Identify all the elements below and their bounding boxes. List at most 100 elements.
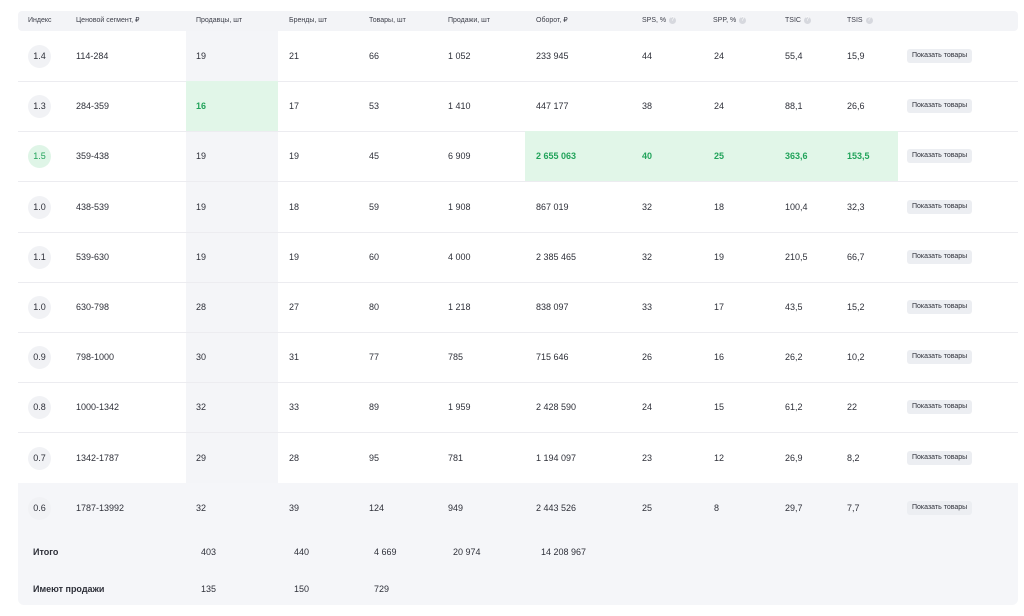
cell-sales: 6 909 xyxy=(448,151,471,162)
cell-tsic: 210,5 xyxy=(785,251,808,262)
totals-revenue: 14 208 967 xyxy=(541,547,587,557)
show-products-button[interactable]: Показать товары xyxy=(907,500,973,515)
cell-tsis: 32,3 xyxy=(847,201,865,212)
cell-tsis: 15,2 xyxy=(847,302,865,312)
totals-block: Итого 403 440 4 669 20 974 14 208 967 Им… xyxy=(18,533,1018,605)
index-badge: 1.0 xyxy=(28,296,51,319)
cell-brands: 33 xyxy=(289,402,300,413)
table-row: 1.5 359-438 19 19 45 6 909 2 655 063 40 25 363,6 1… xyxy=(18,131,1018,183)
cell-tsic: 43,5 xyxy=(785,302,803,312)
cell-sps: 32 xyxy=(642,201,653,212)
cell-tsis: 22 xyxy=(847,402,858,413)
cell-brands: 19 xyxy=(289,251,300,262)
cell-tsis: 153,5 xyxy=(847,151,870,162)
table-row: 1.0 438-539 19 18 59 1 908 867 019 32 18 100,4 32,… xyxy=(18,182,1018,233)
cell-spp: 15 xyxy=(714,402,725,413)
cell-revenue: 867 019 xyxy=(536,201,569,212)
show-products-button[interactable]: Показать товары xyxy=(907,49,973,63)
col-header-tsic[interactable]: TSIC? xyxy=(785,11,811,31)
show-products-button[interactable]: Показать товары xyxy=(907,99,973,114)
cell-tsis: 10,2 xyxy=(847,352,865,363)
cell-sales: 4 000 xyxy=(448,251,471,262)
with-sales-sellers: 135 xyxy=(201,584,217,594)
cell-sellers: 32 xyxy=(196,402,207,413)
show-products-button[interactable]: Показать товары xyxy=(907,450,973,465)
cell-sps: 44 xyxy=(642,51,653,61)
show-products-button[interactable]: Показать товары xyxy=(907,300,973,314)
show-products-button[interactable]: Показать товары xyxy=(907,400,973,415)
cell-tsic: 88,1 xyxy=(785,101,803,112)
cell-sps: 33 xyxy=(642,302,653,312)
cell-products: 66 xyxy=(369,51,380,61)
cell-sps: 32 xyxy=(642,251,653,262)
show-products-button[interactable]: Показать товары xyxy=(907,249,973,264)
cell-sales: 1 410 xyxy=(448,101,471,112)
cell-tsic: 363,6 xyxy=(785,151,808,162)
col-header-tsic-label: TSIC xyxy=(785,17,801,24)
col-header-tsis[interactable]: TSIS? xyxy=(847,11,873,31)
cell-products: 89 xyxy=(369,402,380,413)
cell-products: 59 xyxy=(369,201,380,212)
index-badge: 0.6 xyxy=(28,496,51,520)
cell-sps: 38 xyxy=(642,101,653,112)
cell-revenue: 2 385 465 xyxy=(536,251,577,262)
col-header-revenue[interactable]: Оборот, ₽ xyxy=(536,11,568,31)
col-header-sales[interactable]: Продажи, шт xyxy=(448,11,490,31)
cell-sellers: 19 xyxy=(196,151,207,162)
with-sales-products: 729 xyxy=(374,584,390,594)
col-header-spp[interactable]: SPP, %? xyxy=(713,11,747,31)
show-products-button[interactable]: Показать товары xyxy=(907,350,973,365)
cell-tsis: 26,6 xyxy=(847,101,865,112)
index-badge: 1.0 xyxy=(28,195,51,219)
show-products-button[interactable]: Показать товары xyxy=(907,199,973,214)
cell-brands: 21 xyxy=(289,51,300,61)
table-row: 1.1 539-630 19 19 60 4 000 2 385 465 32 19 210,5 6… xyxy=(18,232,1018,283)
col-header-spp-label: SPP, % xyxy=(713,17,737,24)
totals-sellers: 403 xyxy=(201,547,217,557)
cell-tsic: 26,9 xyxy=(785,452,803,463)
cell-sps: 26 xyxy=(642,352,653,363)
with-sales-brands: 150 xyxy=(294,584,310,594)
col-header-sellers[interactable]: Продавцы, шт xyxy=(196,11,242,31)
cell-sales: 785 xyxy=(448,352,464,363)
cell-sellers: 28 xyxy=(196,302,207,312)
cell-brands: 31 xyxy=(289,352,300,363)
cell-tsis: 7,7 xyxy=(847,502,860,513)
help-icon[interactable]: ? xyxy=(669,16,677,24)
cell-sales: 949 xyxy=(448,502,464,513)
cell-products: 80 xyxy=(369,302,380,312)
col-header-sps[interactable]: SPS, %? xyxy=(642,11,677,31)
cell-revenue: 2 655 063 xyxy=(536,151,577,162)
cell-tsic: 55,4 xyxy=(785,51,803,61)
cell-sales: 1 052 xyxy=(448,51,471,61)
help-icon[interactable]: ? xyxy=(739,16,747,24)
cell-spp: 12 xyxy=(714,452,725,463)
cell-spp: 8 xyxy=(714,502,720,513)
cell-sellers: 30 xyxy=(196,352,207,363)
cell-segment: 539-630 xyxy=(76,251,110,262)
cell-revenue: 447 177 xyxy=(536,101,569,112)
cell-spp: 24 xyxy=(714,101,725,112)
help-icon[interactable]: ? xyxy=(803,16,811,24)
col-header-index[interactable]: Индекс xyxy=(28,11,52,31)
cell-revenue: 715 646 xyxy=(536,352,569,363)
cell-spp: 16 xyxy=(714,352,725,363)
help-icon[interactable]: ? xyxy=(865,16,873,24)
cell-products: 45 xyxy=(369,151,380,162)
table-row: 0.7 1342-1787 29 28 95 781 1 194 097 23 12 26,9 8,… xyxy=(18,433,1018,484)
cell-sellers: 19 xyxy=(196,51,207,61)
col-header-segment[interactable]: Ценовой сегмент, ₽ xyxy=(76,11,140,31)
cell-products: 124 xyxy=(369,502,385,513)
cell-brands: 18 xyxy=(289,201,300,212)
table-row: 1.0 630-798 28 27 80 1 218 838 097 33 17 43,5 15,2… xyxy=(18,282,1018,333)
show-products-button[interactable]: Показать товары xyxy=(907,149,973,164)
index-badge: 1.1 xyxy=(28,245,51,269)
cell-tsic: 61,2 xyxy=(785,402,803,413)
index-badge: 0.9 xyxy=(28,346,51,370)
cell-sellers: 19 xyxy=(196,201,207,212)
table-row: 1.3 284-359 16 17 53 1 410 447 177 38 24 88,1 26,6… xyxy=(18,81,1018,133)
col-header-products[interactable]: Товары, шт xyxy=(369,11,406,31)
col-header-brands[interactable]: Бренды, шт xyxy=(289,11,327,31)
cell-sps: 25 xyxy=(642,502,653,513)
cell-brands: 28 xyxy=(289,452,300,463)
